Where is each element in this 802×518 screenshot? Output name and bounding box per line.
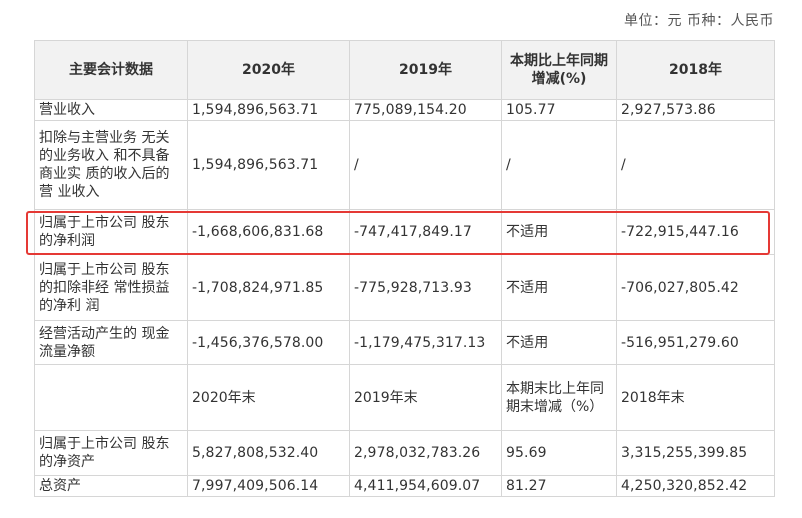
row-label: 扣除与主营业务 无关的业务收入 和不具备商业实 质的收入后的营 业收入 bbox=[34, 120, 188, 210]
cell-2019: 775,089,154.20 bbox=[349, 99, 502, 121]
table-row: 扣除与主营业务 无关的业务收入 和不具备商业实 质的收入后的营 业收入 1,59… bbox=[34, 120, 775, 210]
cell-change: / bbox=[501, 120, 617, 210]
cell-2019: -747,417,849.17 bbox=[349, 209, 502, 255]
row-label: 总资产 bbox=[34, 475, 188, 497]
cell-2018: 4,250,320,852.42 bbox=[616, 475, 775, 497]
cell-change: 不适用 bbox=[501, 320, 617, 365]
unit-currency-label: 单位：元 币种：人民币 bbox=[624, 13, 774, 29]
cell-2018: 3,315,255,399.85 bbox=[616, 430, 775, 476]
table-row-highlighted: 归属于上市公司 股东的净利润 -1,668,606,831.68 -747,41… bbox=[34, 209, 775, 255]
cell-2019: 4,411,954,609.07 bbox=[349, 475, 502, 497]
header-yoy-change: 本期比上年同期增减(%) bbox=[501, 40, 617, 100]
cell-2018: -722,915,447.16 bbox=[616, 209, 775, 255]
cell-2018: -516,951,279.60 bbox=[616, 320, 775, 365]
row-label: 营业收入 bbox=[34, 99, 188, 121]
cell-2020: 1,594,896,563.71 bbox=[187, 99, 350, 121]
row-label: 归属于上市公司 股东的净资产 bbox=[34, 430, 188, 476]
table-row: 归属于上市公司 股东的扣除非经 常性损益的净利 润 -1,708,824,971… bbox=[34, 254, 775, 321]
cell-2019: / bbox=[349, 120, 502, 210]
cell-change: 95.69 bbox=[501, 430, 617, 476]
subheader-empty bbox=[34, 364, 188, 431]
table-row: 营业收入 1,594,896,563.71 775,089,154.20 105… bbox=[34, 99, 775, 121]
table-row: 归属于上市公司 股东的净资产 5,827,808,532.40 2,978,03… bbox=[34, 430, 775, 476]
cell-2020: 5,827,808,532.40 bbox=[187, 430, 350, 476]
cell-change: 81.27 bbox=[501, 475, 617, 497]
cell-2020: -1,668,606,831.68 bbox=[187, 209, 350, 255]
cell-2018: 2,927,573.86 bbox=[616, 99, 775, 121]
cell-change: 105.77 bbox=[501, 99, 617, 121]
subheader-2019-end: 2019年末 bbox=[349, 364, 502, 431]
cell-change: 不适用 bbox=[501, 254, 617, 321]
cell-2020: 7,997,409,506.14 bbox=[187, 475, 350, 497]
cell-2018: -706,027,805.42 bbox=[616, 254, 775, 321]
cell-2019: -1,179,475,317.13 bbox=[349, 320, 502, 365]
header-accounting-data: 主要会计数据 bbox=[34, 40, 188, 100]
row-label: 归属于上市公司 股东的净利润 bbox=[34, 209, 188, 255]
row-label: 归属于上市公司 股东的扣除非经 常性损益的净利 润 bbox=[34, 254, 188, 321]
header-2018: 2018年 bbox=[616, 40, 775, 100]
subheader-2018-end: 2018年末 bbox=[616, 364, 775, 431]
header-2019: 2019年 bbox=[349, 40, 502, 100]
cell-2018: / bbox=[616, 120, 775, 210]
subheader-2020-end: 2020年末 bbox=[187, 364, 350, 431]
table-row: 总资产 7,997,409,506.14 4,411,954,609.07 81… bbox=[34, 475, 775, 497]
financial-data-table: 主要会计数据 2020年 2019年 本期比上年同期增减(%) 2018年 营业… bbox=[34, 40, 775, 497]
cell-2020: -1,708,824,971.85 bbox=[187, 254, 350, 321]
row-label: 经营活动产生的 现金流量净额 bbox=[34, 320, 188, 365]
table-subheader-row: 2020年末 2019年末 本期末比上年同期末增减（%） 2018年末 bbox=[34, 364, 775, 431]
header-2020: 2020年 bbox=[187, 40, 350, 100]
cell-change: 不适用 bbox=[501, 209, 617, 255]
table-header-row: 主要会计数据 2020年 2019年 本期比上年同期增减(%) 2018年 bbox=[34, 40, 775, 100]
subheader-yoy-change: 本期末比上年同期末增减（%） bbox=[501, 364, 617, 431]
cell-2020: 1,594,896,563.71 bbox=[187, 120, 350, 210]
cell-2019: 2,978,032,783.26 bbox=[349, 430, 502, 476]
cell-2020: -1,456,376,578.00 bbox=[187, 320, 350, 365]
cell-2019: -775,928,713.93 bbox=[349, 254, 502, 321]
table-row: 经营活动产生的 现金流量净额 -1,456,376,578.00 -1,179,… bbox=[34, 320, 775, 365]
